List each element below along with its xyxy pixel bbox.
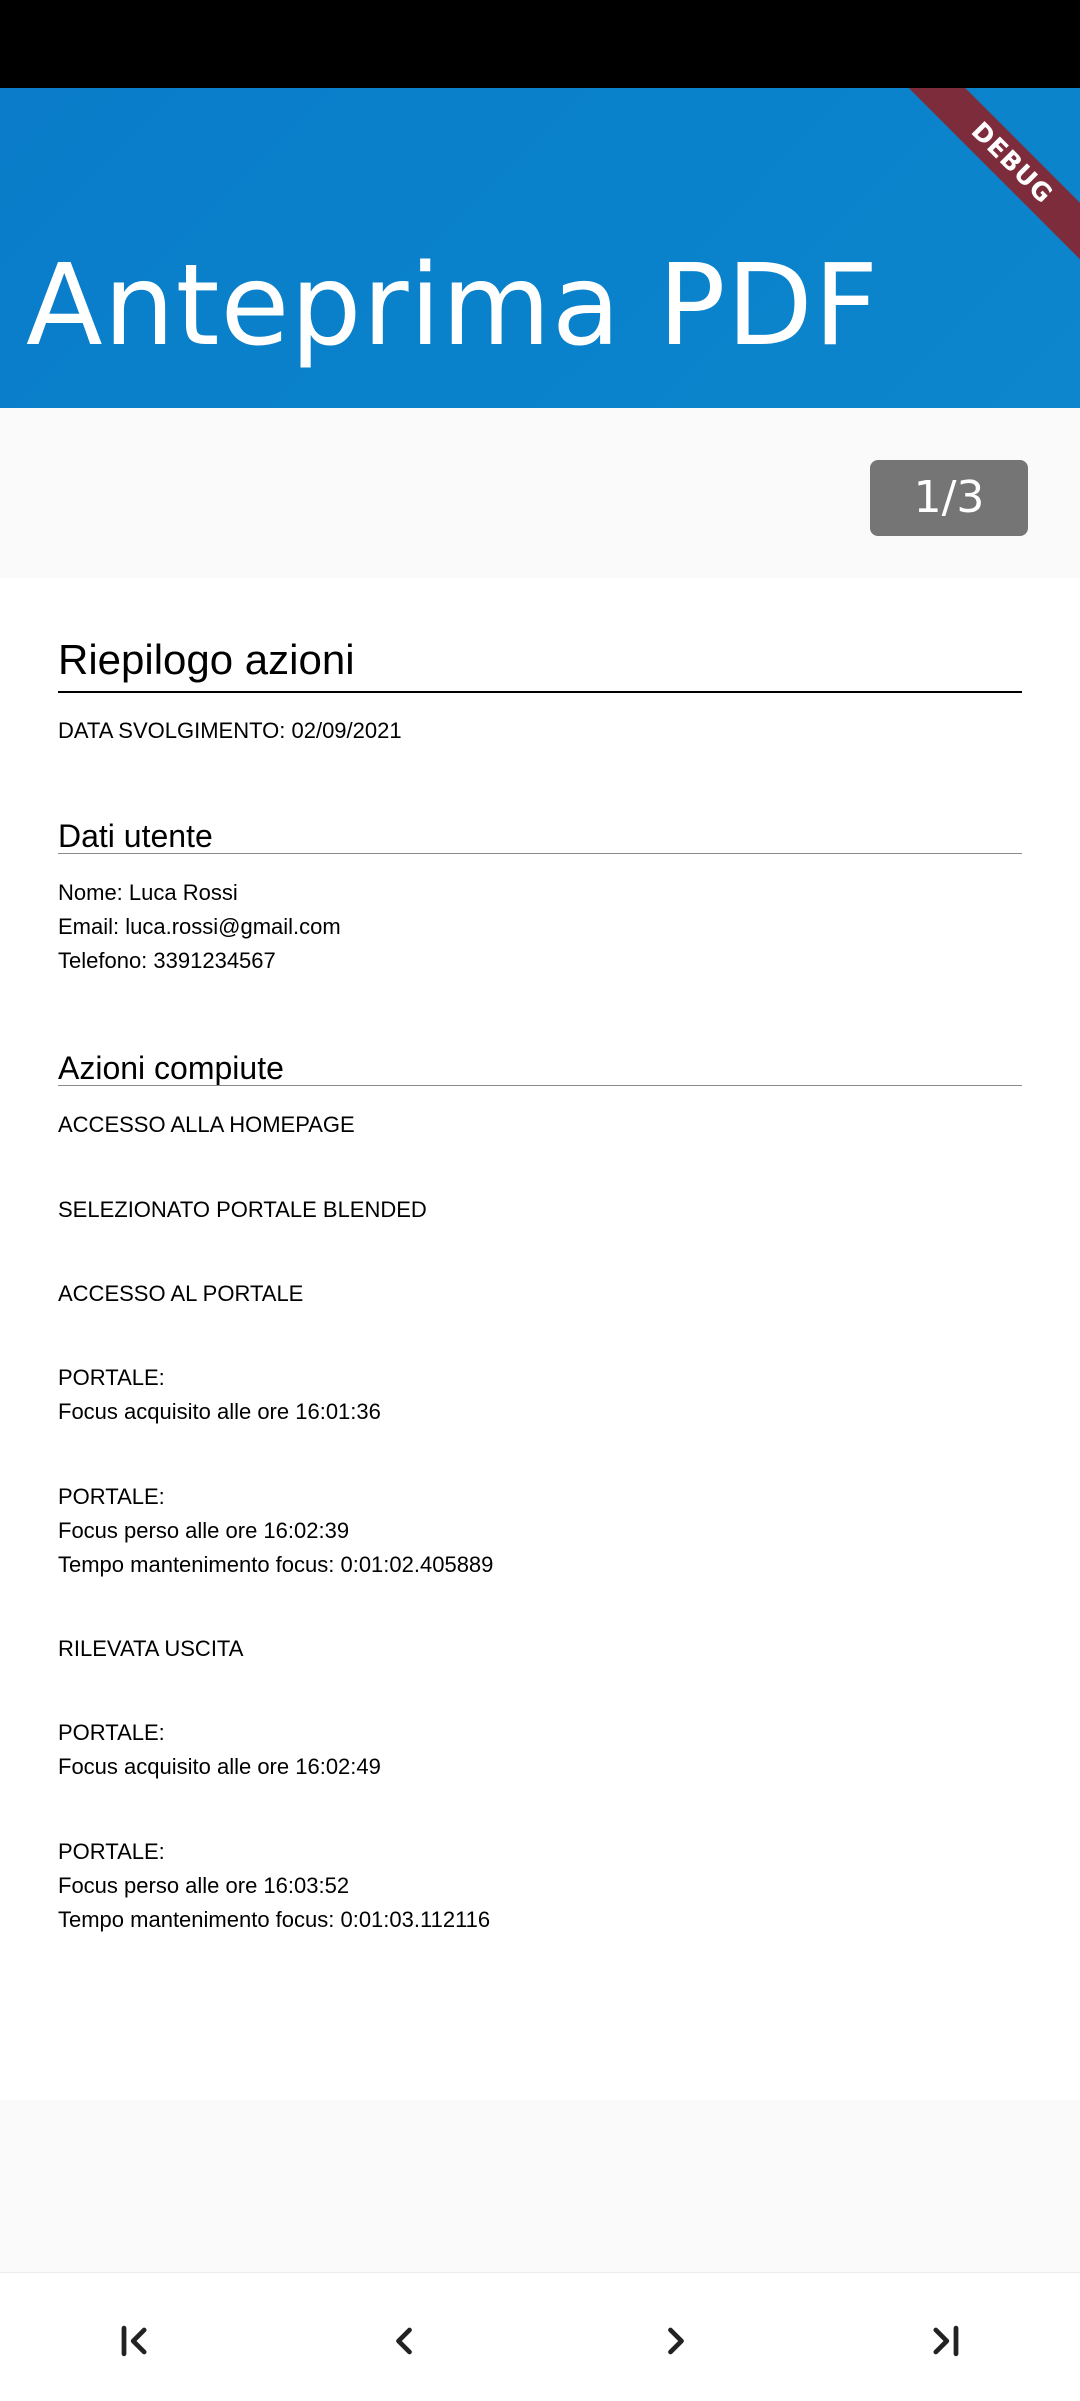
action-line: ACCESSO ALLA HOMEPAGE <box>58 1112 355 1137</box>
page-title: Anteprima PDF <box>26 241 880 371</box>
next-page-icon <box>668 2327 684 2355</box>
actions-section-divider <box>58 1085 1022 1086</box>
action-line: PORTALE: <box>58 1484 165 1509</box>
bottom-navigation-bar <box>0 2272 1080 2401</box>
previous-page-button[interactable] <box>364 2311 444 2371</box>
user-email: Email: luca.rossi@gmail.com <box>58 914 341 939</box>
action-line: PORTALE: <box>58 1839 165 1864</box>
action-line: RILEVATA USCITA <box>58 1636 244 1661</box>
first-page-button[interactable] <box>95 2311 175 2371</box>
first-page-icon <box>121 2325 147 2357</box>
document-title: Riepilogo azioni <box>58 636 355 683</box>
title-divider <box>58 691 1022 693</box>
action-line: SELEZIONATO PORTALE BLENDED <box>58 1197 427 1222</box>
user-name: Nome: Luca Rossi <box>58 880 238 905</box>
last-page-icon <box>933 2325 959 2357</box>
actions-section-heading: Azioni compiute <box>58 1050 284 1086</box>
pdf-page[interactable]: Riepilogo azioni DATA SVOLGIMENTO: 02/09… <box>0 578 1080 2100</box>
action-line: Focus perso alle ore 16:02:39 <box>58 1518 350 1543</box>
action-line: Focus acquisito alle ore 16:02:49 <box>58 1754 381 1779</box>
user-section-heading: Dati utente <box>58 818 213 854</box>
user-section-divider <box>58 853 1022 854</box>
app-bar: Anteprima PDF DEBUG <box>0 88 1080 408</box>
date-line: DATA SVOLGIMENTO: 02/09/2021 <box>58 718 402 743</box>
user-phone: Telefono: 3391234567 <box>58 948 276 973</box>
action-line: PORTALE: <box>58 1720 165 1745</box>
action-line: Tempo mantenimento focus: 0:01:03.112116 <box>58 1907 491 1932</box>
action-line: Focus perso alle ore 16:03:52 <box>58 1873 350 1898</box>
previous-page-icon <box>396 2327 412 2355</box>
action-line: Focus acquisito alle ore 16:01:36 <box>58 1399 381 1424</box>
status-bar <box>0 0 1080 88</box>
action-line: ACCESSO AL PORTALE <box>58 1281 304 1306</box>
next-page-button[interactable] <box>636 2311 716 2371</box>
last-page-button[interactable] <box>905 2311 985 2371</box>
action-line: Tempo mantenimento focus: 0:01:02.405889 <box>58 1552 494 1577</box>
action-line: PORTALE: <box>58 1365 165 1390</box>
debug-banner: DEBUG <box>905 88 1080 270</box>
page-indicator: 1/3 <box>870 460 1028 536</box>
